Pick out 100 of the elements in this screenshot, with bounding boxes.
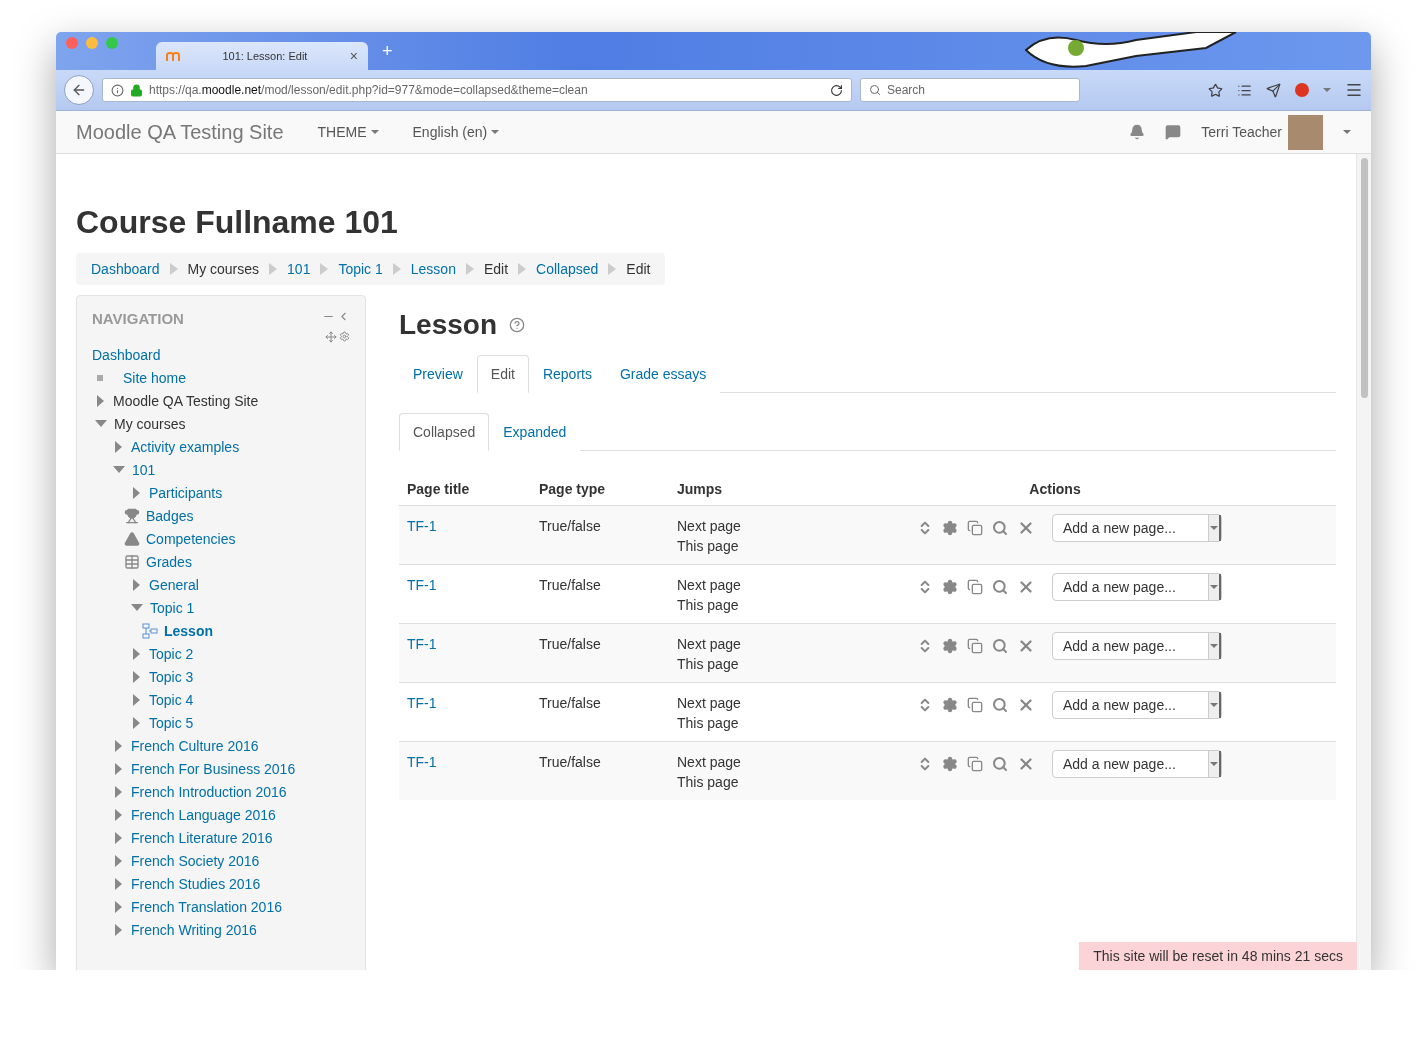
navigation-link[interactable]: Badges	[146, 507, 194, 524]
navigation-link[interactable]: 101	[132, 461, 156, 478]
copy-icon[interactable]	[967, 520, 983, 536]
copy-icon[interactable]	[967, 756, 983, 772]
settings-icon[interactable]	[942, 638, 958, 654]
page-link[interactable]: TF-1	[407, 754, 437, 770]
navigation-link[interactable]: French Studies 2016	[131, 875, 261, 892]
bell-icon[interactable]	[1129, 124, 1146, 140]
navigation-link[interactable]: French Language 2016	[131, 806, 276, 823]
breadcrumb-link[interactable]: Topic 1	[338, 261, 383, 277]
copy-icon[interactable]	[967, 579, 983, 595]
reload-icon[interactable]	[830, 83, 843, 97]
page-link[interactable]: TF-1	[407, 636, 437, 652]
search-icon[interactable]	[992, 697, 1008, 713]
address-field[interactable]: https://qa.moodle.net/mod/lesson/edit.php?id=977&mode=collapsed&theme=clean	[102, 78, 852, 102]
copy-icon[interactable]	[967, 697, 983, 713]
navigation-link[interactable]: French Literature 2016	[131, 829, 273, 846]
collapsed-arrow-icon[interactable]	[133, 647, 140, 660]
expanded-arrow-icon[interactable]	[113, 466, 125, 473]
tab-close-button[interactable]: ×	[349, 48, 358, 64]
tab[interactable]: Edit	[476, 355, 529, 393]
move-icon[interactable]	[325, 331, 337, 343]
navigation-link[interactable]: Competencies	[146, 530, 236, 547]
collapsed-arrow-icon[interactable]	[115, 739, 122, 752]
close-icon[interactable]	[1017, 578, 1035, 596]
navigation-link[interactable]: Topic 3	[149, 668, 194, 685]
collapsed-arrow-icon[interactable]	[133, 486, 140, 499]
page-type-dropdown[interactable]: Add a new page...	[1052, 750, 1222, 778]
collapsed-arrow-icon[interactable]	[133, 716, 140, 729]
breadcrumb-link[interactable]: Lesson	[410, 261, 456, 277]
navigation-link[interactable]: Topic 5	[149, 714, 194, 731]
navigation-link[interactable]: General	[149, 576, 199, 593]
collapsed-arrow-icon[interactable]	[115, 785, 122, 798]
alert-icon[interactable]	[1295, 83, 1309, 97]
help-icon[interactable]	[509, 317, 526, 333]
navigation-link[interactable]: French Society 2016	[131, 852, 260, 869]
navigation-link[interactable]: French Translation 2016	[131, 898, 282, 915]
page-type-dropdown[interactable]: Add a new page...	[1052, 691, 1222, 719]
expanded-arrow-icon[interactable]	[95, 420, 107, 427]
search-icon[interactable]	[992, 756, 1008, 772]
navigation-link[interactable]: French Writing 2016	[131, 921, 257, 938]
breadcrumb-link[interactable]: 101	[287, 261, 311, 277]
navigation-link[interactable]: Activity examples	[131, 438, 240, 455]
navigation-link[interactable]: Lesson	[164, 622, 213, 639]
collapsed-arrow-icon[interactable]	[115, 808, 122, 821]
navigation-link[interactable]: Dashboard	[92, 346, 161, 363]
collapsed-arrow-icon[interactable]	[115, 877, 122, 890]
tab[interactable]: Collapsed	[399, 413, 490, 451]
navbar-menu[interactable]: English (en)	[412, 124, 500, 140]
collapsed-arrow-icon[interactable]	[115, 440, 122, 453]
breadcrumb-link[interactable]: Dashboard	[91, 261, 160, 277]
expanded-arrow-icon[interactable]	[131, 604, 143, 611]
new-tab-button[interactable]: +	[382, 40, 393, 62]
breadcrumb-link[interactable]: Collapsed	[536, 261, 599, 277]
collapsed-arrow-icon[interactable]	[133, 670, 140, 683]
collapsed-arrow-icon[interactable]	[133, 693, 140, 706]
caret-icon[interactable]	[1343, 130, 1351, 134]
browser-tab[interactable]: 101: Lesson: Edit ×	[156, 42, 368, 70]
copy-icon[interactable]	[967, 638, 983, 654]
navigation-link[interactable]: Grades	[146, 553, 192, 570]
collapsed-arrow-icon[interactable]	[115, 762, 122, 775]
search-icon[interactable]	[992, 638, 1008, 654]
navigation-link[interactable]: French Introduction 2016	[131, 783, 287, 800]
category-label[interactable]: Moodle QA Testing Site	[113, 392, 259, 409]
navigation-link[interactable]: Site home	[123, 369, 187, 386]
page-link[interactable]: TF-1	[407, 518, 437, 534]
navigation-link[interactable]: Participants	[149, 484, 223, 501]
close-icon[interactable]	[1017, 696, 1035, 714]
close-icon[interactable]	[1017, 755, 1035, 773]
settings-icon[interactable]	[942, 579, 958, 595]
caret-icon[interactable]	[1323, 88, 1331, 92]
list-icon[interactable]	[1237, 82, 1252, 98]
collapsed-arrow-icon[interactable]	[115, 900, 122, 913]
navigation-link[interactable]: French For Business 2016	[131, 760, 296, 777]
settings-icon[interactable]	[942, 697, 958, 713]
scrollbar[interactable]	[1356, 154, 1371, 970]
settings-icon[interactable]	[942, 520, 958, 536]
settings-icon[interactable]	[942, 756, 958, 772]
page-link[interactable]: TF-1	[407, 695, 437, 711]
collapsed-arrow-icon[interactable]	[115, 923, 122, 936]
navbar-menu[interactable]: THEME	[317, 124, 379, 140]
page-type-dropdown[interactable]: Add a new page...	[1052, 573, 1222, 601]
user-name[interactable]: Terri Teacher	[1201, 124, 1282, 140]
category-label[interactable]: My courses	[114, 415, 186, 432]
info-icon[interactable]	[111, 83, 124, 97]
settings-icon[interactable]	[339, 331, 350, 342]
star-icon[interactable]	[1208, 82, 1223, 98]
page-type-dropdown[interactable]: Add a new page...	[1052, 514, 1222, 542]
back-button[interactable]	[64, 75, 94, 105]
site-name-link[interactable]: Moodle QA Testing Site	[76, 120, 284, 144]
collapsed-arrow-icon[interactable]	[115, 854, 122, 867]
close-icon[interactable]	[1017, 637, 1035, 655]
navigation-link[interactable]: Topic 4	[149, 691, 194, 708]
collapsed-arrow-icon[interactable]	[115, 831, 122, 844]
page-type-dropdown[interactable]: Add a new page...	[1052, 632, 1222, 660]
collapsed-arrow-icon[interactable]	[97, 394, 104, 407]
paper-plane-icon[interactable]	[1266, 82, 1281, 98]
search-icon[interactable]	[992, 579, 1008, 595]
menu-icon[interactable]	[1345, 81, 1363, 99]
navigation-link[interactable]: French Culture 2016	[131, 737, 259, 754]
